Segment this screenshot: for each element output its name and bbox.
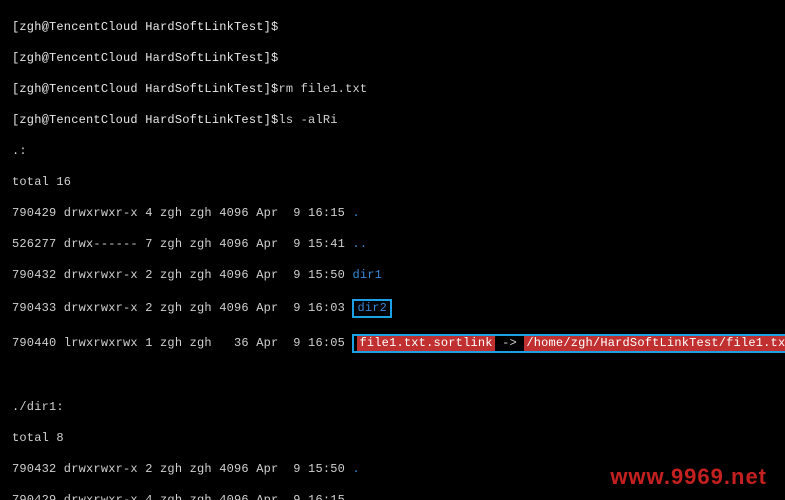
ls-dir: dir1 (352, 268, 382, 284)
watermark: www.9969.net (610, 464, 767, 490)
broken-link-target: /home/zgh/HardSoftLinkTest/file1.txt (524, 336, 785, 352)
broken-link-name: file1.txt.sortlink (357, 336, 494, 352)
prompt: [zgh@TencentCloud HardSoftLinkTest]$ (12, 20, 278, 36)
ls-total: total 8 (12, 431, 64, 447)
ls-dir: dir2 (357, 301, 387, 317)
terminal[interactable]: [zgh@TencentCloud HardSoftLinkTest]$ [zg… (0, 0, 785, 500)
arrow: -> (495, 336, 525, 352)
ls-row: 526277 drwx------ 7 zgh zgh 4096 Apr 9 1… (12, 237, 352, 253)
cmd-rm: rm file1.txt (278, 82, 367, 98)
ls-row: 790433 drwxrwxr-x 2 zgh zgh 4096 Apr 9 1… (12, 301, 352, 317)
ls-row: 790432 drwxrwxr-x 2 zgh zgh 4096 Apr 9 1… (12, 268, 352, 284)
cmd-lsR: ls -alRi (278, 113, 337, 129)
ls-row: 790429 drwxrwxr-x 4 zgh zgh 4096 Apr 9 1… (12, 493, 352, 500)
ls-dir: .. (352, 237, 367, 253)
ls-dir: . (352, 462, 359, 478)
prompt: [zgh@TencentCloud HardSoftLinkTest]$ (12, 82, 278, 98)
ls-dir: .. (352, 493, 367, 500)
ls-row: 790440 lrwxrwxrwx 1 zgh zgh 36 Apr 9 16:… (12, 336, 352, 352)
ls-dir: . (352, 206, 359, 222)
ls-row: 790432 drwxrwxr-x 2 zgh zgh 4096 Apr 9 1… (12, 462, 352, 478)
highlight-box: file1.txt.sortlink -> /home/zgh/HardSoft… (352, 334, 785, 354)
prompt: [zgh@TencentCloud HardSoftLinkTest]$ (12, 113, 278, 129)
ls-header: ./dir1: (12, 400, 64, 416)
ls-header: .: (12, 144, 27, 160)
ls-row: 790429 drwxrwxr-x 4 zgh zgh 4096 Apr 9 1… (12, 206, 352, 222)
ls-total: total 16 (12, 175, 71, 191)
prompt: [zgh@TencentCloud HardSoftLinkTest]$ (12, 51, 278, 67)
highlight-box: dir2 (352, 299, 392, 319)
